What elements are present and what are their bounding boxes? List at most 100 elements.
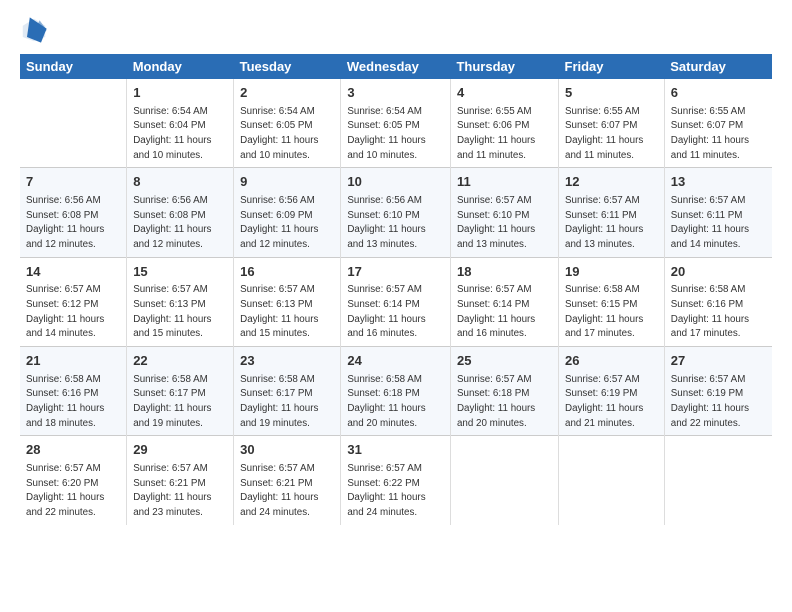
day-number: 16 [240,263,334,281]
day-cell: 16 Sunrise: 6:57 AM Sunset: 6:13 PM Dayli… [234,257,341,346]
day-cell: 18 Sunrise: 6:57 AM Sunset: 6:14 PM Dayli… [450,257,558,346]
header-cell-saturday: Saturday [664,54,772,79]
day-number: 29 [133,441,227,459]
day-number: 25 [457,352,552,370]
day-number: 19 [565,263,658,281]
day-cell: 1 Sunrise: 6:54 AM Sunset: 6:04 PM Daylig… [127,79,234,168]
calendar-table: SundayMondayTuesdayWednesdayThursdayFrid… [20,54,772,525]
week-row-3: 21 Sunrise: 6:58 AM Sunset: 6:16 PM Dayli… [20,347,772,436]
day-number: 6 [671,84,766,102]
day-info: Sunrise: 6:54 AM Sunset: 6:05 PM Dayligh… [240,106,318,161]
day-number: 7 [26,173,120,191]
header [20,16,772,44]
day-info: Sunrise: 6:55 AM Sunset: 6:07 PM Dayligh… [565,106,643,161]
day-cell: 17 Sunrise: 6:57 AM Sunset: 6:14 PM Dayli… [341,257,451,346]
day-cell: 23 Sunrise: 6:58 AM Sunset: 6:17 PM Dayli… [234,347,341,436]
day-cell: 20 Sunrise: 6:58 AM Sunset: 6:16 PM Dayli… [664,257,772,346]
day-cell: 3 Sunrise: 6:54 AM Sunset: 6:05 PM Daylig… [341,79,451,168]
day-number: 13 [671,173,766,191]
day-info: Sunrise: 6:57 AM Sunset: 6:12 PM Dayligh… [26,284,104,339]
day-cell: 6 Sunrise: 6:55 AM Sunset: 6:07 PM Daylig… [664,79,772,168]
day-number: 21 [26,352,120,370]
week-row-0: 1 Sunrise: 6:54 AM Sunset: 6:04 PM Daylig… [20,79,772,168]
day-cell [664,436,772,525]
page: SundayMondayTuesdayWednesdayThursdayFrid… [0,0,792,612]
day-number: 31 [347,441,444,459]
header-cell-tuesday: Tuesday [234,54,341,79]
day-info: Sunrise: 6:57 AM Sunset: 6:11 PM Dayligh… [565,195,643,250]
logo [20,16,52,44]
day-cell: 8 Sunrise: 6:56 AM Sunset: 6:08 PM Daylig… [127,168,234,257]
header-cell-monday: Monday [127,54,234,79]
day-cell: 10 Sunrise: 6:56 AM Sunset: 6:10 PM Dayli… [341,168,451,257]
day-number: 28 [26,441,120,459]
header-cell-friday: Friday [559,54,665,79]
day-cell: 19 Sunrise: 6:58 AM Sunset: 6:15 PM Dayli… [559,257,665,346]
day-cell: 28Sunrise: 6:57 AM Sunset: 6:20 PM Dayli… [20,436,127,525]
day-info: Sunrise: 6:57 AM Sunset: 6:10 PM Dayligh… [457,195,535,250]
day-number: 9 [240,173,334,191]
day-info: Sunrise: 6:58 AM Sunset: 6:15 PM Dayligh… [565,284,643,339]
day-info: Sunrise: 6:57 AM Sunset: 6:11 PM Dayligh… [671,195,749,250]
day-info: Sunrise: 6:56 AM Sunset: 6:10 PM Dayligh… [347,195,425,250]
day-number: 24 [347,352,444,370]
day-number: 3 [347,84,444,102]
day-info: Sunrise: 6:57 AM Sunset: 6:14 PM Dayligh… [457,284,535,339]
day-info: Sunrise: 6:58 AM Sunset: 6:17 PM Dayligh… [133,374,211,429]
day-info: Sunrise: 6:58 AM Sunset: 6:17 PM Dayligh… [240,374,318,429]
day-cell [450,436,558,525]
day-number: 23 [240,352,334,370]
day-number: 27 [671,352,766,370]
day-info: Sunrise: 6:58 AM Sunset: 6:16 PM Dayligh… [26,374,104,429]
day-cell: 24Sunrise: 6:58 AM Sunset: 6:18 PM Dayli… [341,347,451,436]
day-cell: 22 Sunrise: 6:58 AM Sunset: 6:17 PM Dayli… [127,347,234,436]
day-cell: 4Sunrise: 6:55 AM Sunset: 6:06 PM Daylig… [450,79,558,168]
day-number: 12 [565,173,658,191]
day-info: Sunrise: 6:54 AM Sunset: 6:05 PM Dayligh… [347,106,425,161]
day-info: Sunrise: 6:57 AM Sunset: 6:19 PM Dayligh… [565,374,643,429]
day-number: 17 [347,263,444,281]
day-number: 10 [347,173,444,191]
day-number: 1 [133,84,227,102]
day-cell: 27 Sunrise: 6:57 AM Sunset: 6:19 PM Dayli… [664,347,772,436]
day-cell [559,436,665,525]
day-info: Sunrise: 6:54 AM Sunset: 6:04 PM Dayligh… [133,106,211,161]
day-cell: 31 Sunrise: 6:57 AM Sunset: 6:22 PM Dayli… [341,436,451,525]
day-info: Sunrise: 6:58 AM Sunset: 6:16 PM Dayligh… [671,284,749,339]
header-row: SundayMondayTuesdayWednesdayThursdayFrid… [20,54,772,79]
day-info: Sunrise: 6:57 AM Sunset: 6:14 PM Dayligh… [347,284,425,339]
day-info: Sunrise: 6:55 AM Sunset: 6:06 PM Dayligh… [457,106,535,161]
day-number: 18 [457,263,552,281]
day-number: 20 [671,263,766,281]
day-cell: 15Sunrise: 6:57 AM Sunset: 6:13 PM Dayli… [127,257,234,346]
day-cell: 13 Sunrise: 6:57 AM Sunset: 6:11 PM Dayli… [664,168,772,257]
day-number: 11 [457,173,552,191]
day-info: Sunrise: 6:57 AM Sunset: 6:21 PM Dayligh… [133,463,211,518]
day-info: Sunrise: 6:57 AM Sunset: 6:13 PM Dayligh… [240,284,318,339]
day-number: 5 [565,84,658,102]
day-cell: 25Sunrise: 6:57 AM Sunset: 6:18 PM Dayli… [450,347,558,436]
day-number: 14 [26,263,120,281]
day-cell: 7 Sunrise: 6:56 AM Sunset: 6:08 PM Daylig… [20,168,127,257]
day-number: 22 [133,352,227,370]
day-number: 30 [240,441,334,459]
day-cell [20,79,127,168]
day-info: Sunrise: 6:55 AM Sunset: 6:07 PM Dayligh… [671,106,749,161]
day-info: Sunrise: 6:56 AM Sunset: 6:08 PM Dayligh… [133,195,211,250]
day-cell: 2 Sunrise: 6:54 AM Sunset: 6:05 PM Daylig… [234,79,341,168]
day-number: 15 [133,263,227,281]
day-cell: 11 Sunrise: 6:57 AM Sunset: 6:10 PM Dayli… [450,168,558,257]
day-cell: 9 Sunrise: 6:56 AM Sunset: 6:09 PM Daylig… [234,168,341,257]
day-info: Sunrise: 6:56 AM Sunset: 6:08 PM Dayligh… [26,195,104,250]
day-info: Sunrise: 6:56 AM Sunset: 6:09 PM Dayligh… [240,195,318,250]
day-info: Sunrise: 6:57 AM Sunset: 6:22 PM Dayligh… [347,463,425,518]
day-number: 8 [133,173,227,191]
day-info: Sunrise: 6:57 AM Sunset: 6:19 PM Dayligh… [671,374,749,429]
day-number: 26 [565,352,658,370]
week-row-1: 7 Sunrise: 6:56 AM Sunset: 6:08 PM Daylig… [20,168,772,257]
day-cell: 14 Sunrise: 6:57 AM Sunset: 6:12 PM Dayli… [20,257,127,346]
day-number: 2 [240,84,334,102]
week-row-4: 28Sunrise: 6:57 AM Sunset: 6:20 PM Dayli… [20,436,772,525]
day-cell: 21 Sunrise: 6:58 AM Sunset: 6:16 PM Dayli… [20,347,127,436]
day-cell: 5 Sunrise: 6:55 AM Sunset: 6:07 PM Daylig… [559,79,665,168]
